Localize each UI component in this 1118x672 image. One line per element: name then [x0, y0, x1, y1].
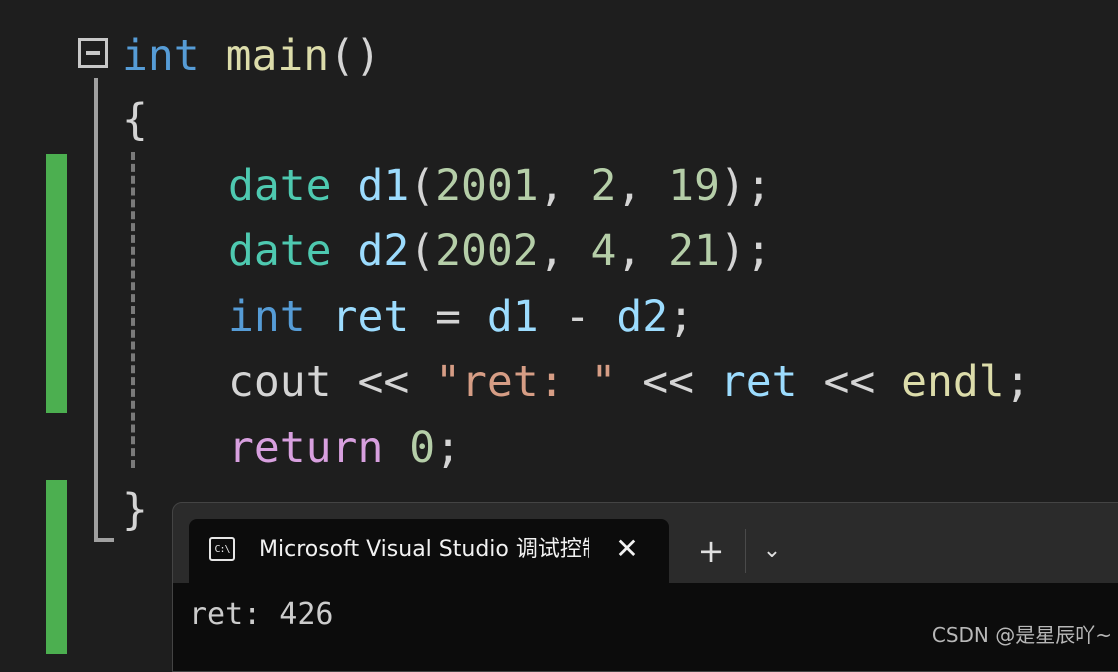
- token-operator: -: [538, 292, 617, 342]
- token-punctuation: ,: [538, 226, 591, 276]
- token-type: date: [228, 226, 332, 276]
- changed-lines-indicator: [46, 154, 67, 413]
- token-punctuation: );: [719, 226, 772, 276]
- token-string: "ret: ": [435, 357, 617, 407]
- token-variable: ret: [331, 292, 410, 342]
- token-function-name: main: [225, 31, 330, 81]
- fold-region-end: [94, 538, 114, 542]
- token-operator: <<: [797, 357, 902, 407]
- token-function-name: endl: [901, 357, 1005, 407]
- fold-region-line: [94, 78, 98, 542]
- code-line-1[interactable]: int main(): [122, 26, 381, 86]
- token-variable: d2: [616, 292, 669, 342]
- terminal-tab[interactable]: C:\ Microsoft Visual Studio 调试控制台 ✕: [189, 519, 669, 583]
- token-number: 21: [668, 226, 720, 276]
- token-identifier: cout: [228, 357, 332, 407]
- token-type: date: [228, 161, 332, 211]
- collapse-minus-icon[interactable]: [78, 38, 108, 68]
- close-icon[interactable]: ✕: [611, 531, 643, 567]
- token-number: 19: [668, 161, 720, 211]
- code-line-5[interactable]: int ret = d1 - d2;: [228, 287, 694, 347]
- code-line-3[interactable]: date d1(2001, 2, 19);: [228, 156, 772, 216]
- code-line-7[interactable]: return 0;: [228, 418, 461, 478]
- code-line-6[interactable]: cout << "ret: " << ret << endl;: [228, 352, 1031, 412]
- token-number: 0: [409, 423, 436, 473]
- token-control-keyword: return: [228, 423, 384, 473]
- token-variable: d2: [357, 226, 410, 276]
- code-line-8[interactable]: }: [122, 480, 148, 540]
- terminal-tab-title: Microsoft Visual Studio 调试控制台: [259, 537, 589, 562]
- token-punctuation: ,: [616, 226, 669, 276]
- new-tab-button[interactable]: +: [693, 533, 729, 569]
- chevron-down-icon[interactable]: ⌄: [757, 533, 787, 569]
- watermark: CSDN @是星辰吖~: [931, 623, 1112, 647]
- tab-separator: [745, 529, 746, 573]
- token-number: 4: [590, 226, 617, 276]
- token-operator: <<: [331, 357, 436, 407]
- token-punctuation: ;: [1004, 357, 1031, 407]
- token-number: 2002: [435, 226, 539, 276]
- token-brace: }: [122, 485, 148, 535]
- terminal-output: ret: 426: [189, 597, 334, 632]
- token-variable: d1: [357, 161, 410, 211]
- token-operator: <<: [616, 357, 720, 407]
- code-line-2[interactable]: {: [122, 90, 148, 150]
- token-brace: {: [122, 95, 148, 145]
- code-line-4[interactable]: date d2(2002, 4, 21);: [228, 221, 772, 281]
- indent-guide: [131, 152, 135, 468]
- token-number: 2001: [435, 161, 539, 211]
- token-variable: ret: [719, 357, 798, 407]
- token-punctuation: ;: [435, 423, 462, 473]
- token-punctuation: ,: [616, 161, 669, 211]
- token-punctuation: (: [409, 161, 436, 211]
- token-variable: d1: [486, 292, 539, 342]
- token-keyword: int: [122, 31, 200, 81]
- token-number: 2: [590, 161, 617, 211]
- token-keyword: int: [228, 292, 306, 342]
- token-punctuation: );: [719, 161, 772, 211]
- console-icon: C:\: [209, 537, 235, 561]
- token-punctuation: (): [329, 31, 381, 81]
- token-punctuation: ;: [668, 292, 695, 342]
- changed-lines-indicator: [46, 480, 67, 654]
- token-punctuation: (: [409, 226, 436, 276]
- token-operator: =: [409, 292, 487, 342]
- token-punctuation: ,: [538, 161, 591, 211]
